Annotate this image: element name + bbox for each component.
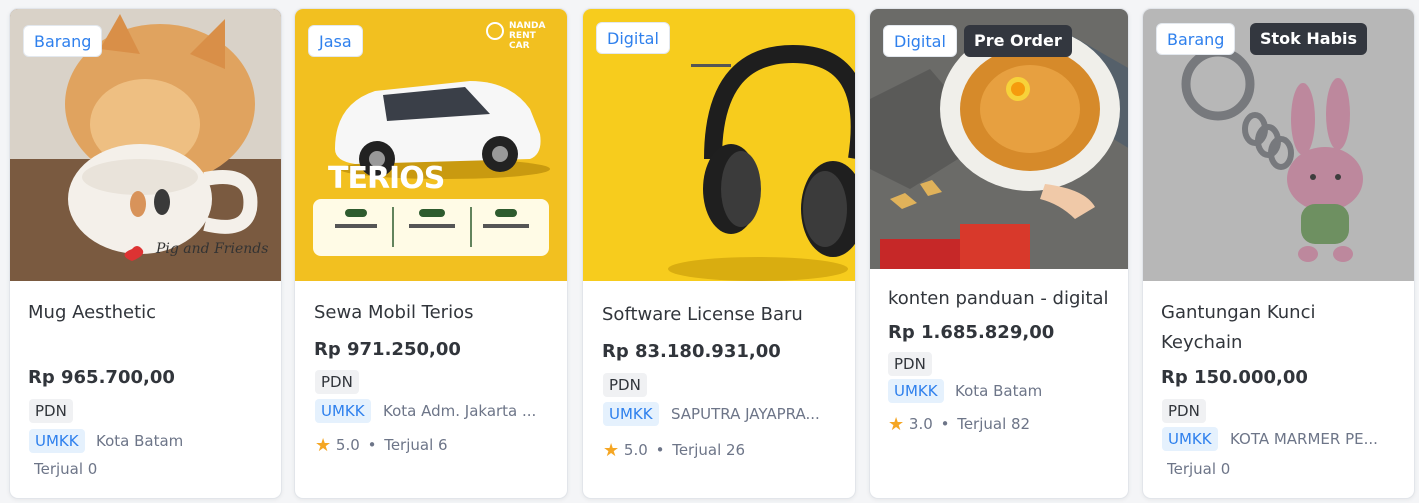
star-icon: ★	[603, 440, 620, 461]
product-price: Rp 965.700,00	[28, 367, 175, 388]
product-image-mug-cat-photo[interactable]: Barang Pig and Friends	[10, 9, 281, 281]
product-title[interactable]: Software License Baru	[602, 300, 847, 330]
product-card-software-license-baru[interactable]: Digital Software License Baru Rp 83.180.…	[582, 8, 856, 499]
seller-location: KOTA MARMER PE...	[1230, 430, 1378, 448]
umkk-badge: UMKK	[1162, 427, 1218, 451]
product-title[interactable]: konten panduan - digital	[888, 284, 1123, 314]
mug-text: Pig and Friends	[156, 241, 269, 257]
pdn-badge: PDN	[888, 352, 932, 376]
product-image-headphones-photo[interactable]: Digital	[583, 9, 855, 281]
product-price: Rp 83.180.931,00	[602, 341, 781, 362]
product-price: Rp 1.685.829,00	[888, 322, 1055, 343]
rating-value: 3.0	[908, 415, 933, 433]
rating-value: 5.0	[335, 436, 360, 454]
pre-order-badge: Pre Order	[964, 25, 1072, 57]
rating-row: ★ 5.0 • Terjual 26	[603, 438, 745, 463]
separator-dot: •	[655, 441, 665, 459]
pdn-badge: PDN	[1162, 399, 1206, 423]
umkk-badge: UMKK	[888, 379, 944, 403]
pdn-badge: PDN	[315, 370, 359, 394]
seller-location: Kota Batam	[955, 382, 1043, 400]
product-image-noodles-photo[interactable]: Digital Pre Order	[870, 9, 1128, 269]
star-icon: ★	[315, 435, 332, 456]
product-type-badge: Digital	[883, 25, 957, 57]
product-card-sewa-mobil-terios[interactable]: NANDA RENT CAR TERIOS Jasa Sewa Mobil Te…	[294, 8, 568, 499]
rating-row: ★ 5.0 • Terjual 6	[315, 433, 448, 458]
car-model-text: TERIOS	[328, 161, 445, 196]
product-title[interactable]: Mug Aesthetic	[28, 298, 268, 328]
product-type-badge: Barang	[1156, 23, 1236, 55]
product-image-car-rental-photo[interactable]: NANDA RENT CAR TERIOS Jasa	[295, 9, 567, 281]
pdn-badge: PDN	[603, 373, 647, 397]
rating-value: 5.0	[623, 441, 648, 459]
separator-dot: •	[940, 415, 950, 433]
umkk-badge: UMKK	[603, 402, 659, 426]
product-card-mug-aesthetic[interactable]: Barang Pig and Friends Mug Aesthetic Rp …	[9, 8, 282, 499]
pdn-badge: PDN	[29, 399, 73, 423]
product-card-konten-panduan-digital[interactable]: Digital Pre Order konten panduan - digit…	[869, 8, 1129, 499]
brand-logo: NANDA RENT CAR	[509, 21, 546, 51]
product-type-badge: Digital	[596, 22, 670, 54]
product-type-badge: Jasa	[308, 25, 363, 57]
separator-dot: •	[367, 436, 377, 454]
stock-status-badge: Stok Habis	[1250, 23, 1368, 55]
star-icon: ★	[888, 414, 905, 435]
product-price: Rp 971.250,00	[314, 339, 461, 360]
sold-count: Terjual 6	[384, 436, 448, 454]
product-title[interactable]: Gantungan Kunci Keychain	[1161, 298, 1361, 358]
sold-count: Terjual 82	[957, 415, 1031, 433]
product-title[interactable]: Sewa Mobil Terios	[314, 298, 554, 328]
product-card-gantungan-kunci-keychain[interactable]: Barang Stok Habis Gantungan Kunci Keycha…	[1142, 8, 1415, 499]
product-price: Rp 150.000,00	[1161, 367, 1308, 388]
sold-count: Terjual 26	[672, 441, 746, 459]
seller-location: Kota Adm. Jakarta ...	[383, 402, 537, 420]
sold-count: Terjual 0	[1167, 460, 1231, 478]
product-type-badge: Barang	[23, 25, 103, 57]
seller-location: Kota Batam	[96, 432, 184, 450]
sold-count: Terjual 0	[34, 460, 98, 478]
umkk-badge: UMKK	[315, 399, 371, 423]
seller-location: SAPUTRA JAYAPRA...	[671, 405, 820, 423]
rating-row: ★ 3.0 • Terjual 82	[888, 412, 1030, 437]
umkk-badge: UMKK	[29, 429, 85, 453]
product-image-keychain-photo[interactable]: Barang Stok Habis	[1143, 9, 1414, 281]
